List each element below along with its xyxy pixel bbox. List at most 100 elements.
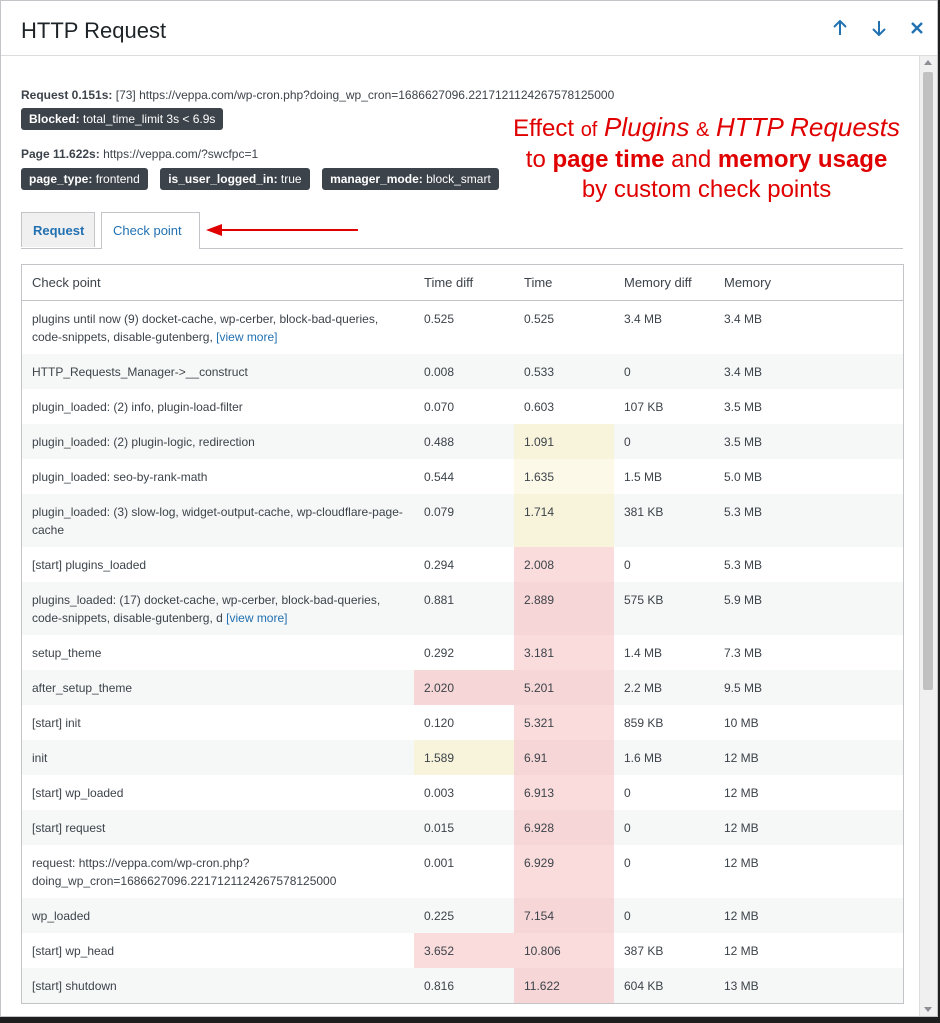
table-row: plugins until now (9) docket-cache, wp-c… [22,301,903,355]
cell-memory-diff: 1.6 MB [614,740,714,775]
table-row: [start] shutdown 0.816 11.622 604 KB 13 MB [22,968,903,1003]
header-check-point: Check point [22,265,414,301]
table-header-row: Check point Time diff Time Memory diff M… [22,265,903,301]
cell-memory: 3.4 MB [724,312,763,326]
cell-check-point: [start] request [22,810,414,845]
cell-check-point: request: https://veppa.com/wp-cron.php?d… [32,856,337,888]
cell-memory-diff: 0 [624,786,631,800]
cell-check-point: wp_loaded [22,898,414,933]
request-value: [73] https://veppa.com/wp-cron.php?doing… [115,88,615,102]
annotation-line-2: to page time and memory usage [525,146,888,173]
scrollbar[interactable] [919,56,937,1016]
annotation-arrow-icon [206,224,358,236]
table-row: plugin_loaded: (3) slow-log, widget-outp… [22,494,903,547]
cell-time-diff: 0.544 [424,470,455,484]
cell-time-diff: 1.589 [414,740,514,775]
cell-memory-diff: 3.4 MB [624,312,663,326]
view-more-link[interactable]: [view more] [216,330,277,344]
table-row: plugin_loaded: seo-by-rank-math 0.544 1.63… [22,459,903,494]
request-badges: Blocked: total_time_limit 3s < 6.9s [21,108,231,130]
table-row: request: https://veppa.com/wp-cron.php?d… [22,845,903,898]
scroll-down-icon[interactable] [924,1007,932,1012]
cell-time-diff: 0.881 [414,582,514,635]
cell-time: 6.913 [514,775,614,810]
cell-check-point: plugin_loaded: (2) info, plugin-load-fil… [32,400,243,414]
cell-time-diff: 0.120 [424,716,455,730]
cell-memory-diff: 1.4 MB [624,646,663,660]
cell-memory: 12 MB [714,810,903,845]
table-row: setup_theme 0.292 3.181 1.4 MB 7.3 MB [22,635,903,670]
scrollbar-thumb[interactable] [923,72,933,690]
table-row: [start] wp_loaded 0.003 6.913 0 12 MB [22,775,903,810]
cell-time: 10.806 [514,933,614,968]
cell-time-diff: 0.525 [424,312,455,326]
cell-check-point: plugins until now (9) docket-cache, wp-c… [32,312,379,344]
cell-memory: 12 MB [724,856,759,870]
cell-check-point: plugin_loaded: (3) slow-log, widget-outp… [22,494,414,547]
cell-memory-diff: 604 KB [614,968,714,1003]
tab-request[interactable]: Request [21,212,95,247]
scroll-up-icon[interactable] [924,60,932,65]
cell-time-diff: 0.488 [414,424,514,459]
cell-time-diff: 0.008 [414,354,514,389]
cell-time: 6.929 [514,845,614,898]
cell-check-point: plugin_loaded: (2) plugin-logic, redirec… [22,424,414,459]
cell-memory-diff: 0 [614,810,714,845]
cell-check-point: plugin_loaded: seo-by-rank-math [32,470,208,484]
cell-memory-diff: 0 [614,898,714,933]
view-more-link[interactable]: [view more] [226,611,287,625]
cell-memory-diff: 0 [624,856,631,870]
header-time: Time [514,265,614,301]
cell-time-diff: 0.816 [414,968,514,1003]
blocked-badge: Blocked: total_time_limit 3s < 6.9s [21,108,224,130]
http-request-modal: HTTP Request Request 0.151s: [73] https:… [0,0,938,1017]
modal-body: Request 0.151s: [73] https://veppa.com/w… [1,56,920,1016]
cell-time: 1.714 [514,494,614,547]
arrow-up-icon[interactable] [827,15,853,41]
cell-time: 2.889 [514,582,614,635]
cell-check-point: after_setup_theme [22,670,414,705]
cell-time: 0.525 [524,312,555,326]
cell-check-point: HTTP_Requests_Manager->__construct [22,354,414,389]
cell-memory: 5.3 MB [724,558,763,572]
cell-check-point: [start] init [32,716,81,730]
cell-memory-diff: 387 KB [624,944,664,958]
cell-check-point: init [22,740,414,775]
modal-title: HTTP Request [21,18,167,43]
table-row: plugins_loaded: (17) docket-cache, wp-ce… [22,582,903,635]
cell-time: 6.928 [514,810,614,845]
cell-memory: 12 MB [714,740,903,775]
cell-memory: 5.9 MB [714,582,903,635]
annotation-line-1: Effect of Plugins & HTTP Requests [513,112,900,142]
cell-time: 7.154 [514,898,614,933]
cell-memory-diff: 859 KB [624,716,664,730]
cell-memory: 9.5 MB [714,670,903,705]
cell-time: 0.603 [524,400,555,414]
cell-time-diff: 0.003 [424,786,455,800]
close-icon[interactable] [904,15,930,41]
tab-bar: Request Check point [21,212,903,249]
cell-memory: 10 MB [724,716,759,730]
cell-time: 5.201 [514,670,614,705]
table-row: after_setup_theme 2.020 5.201 2.2 MB 9.5 MB [22,670,903,705]
page-label: Page 11.622s: [21,147,100,161]
cell-memory-diff: 1.5 MB [624,470,663,484]
cell-memory-diff: 381 KB [614,494,714,547]
cell-time-diff: 0.015 [414,810,514,845]
cell-memory-diff: 107 KB [624,400,664,414]
cell-time-diff: 0.079 [414,494,514,547]
cell-check-point: setup_theme [32,646,102,660]
badge-manager-mode: manager_mode: block_smart [322,168,499,190]
cell-memory: 5.0 MB [724,470,763,484]
cell-memory-diff: 575 KB [614,582,714,635]
request-info: Request 0.151s: [73] https://veppa.com/w… [21,88,614,102]
cell-time-diff: 0.292 [424,646,455,660]
cell-memory-diff: 2.2 MB [614,670,714,705]
cell-check-point: [start] plugins_loaded [32,558,147,572]
badge-logged-in: is_user_logged_in: true [160,168,310,190]
arrow-down-icon[interactable] [866,15,892,41]
cell-memory: 3.5 MB [714,424,903,459]
cell-check-point: [start] wp_head [32,944,115,958]
tab-check-point[interactable]: Check point [101,212,200,249]
cell-time: 11.622 [514,968,614,1003]
